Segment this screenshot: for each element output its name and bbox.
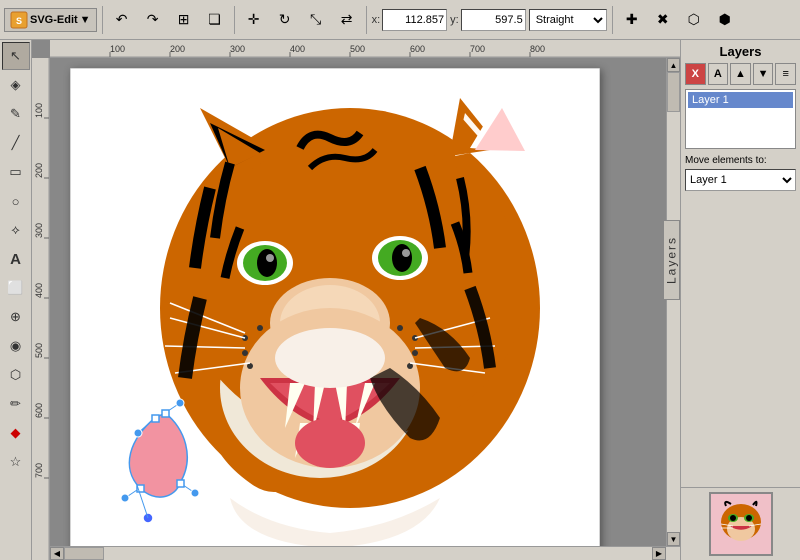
layers-menu-btn[interactable]: ≡ — [775, 63, 796, 85]
layers-menu-icon: ≡ — [782, 68, 788, 80]
toolbar-separator-3 — [366, 6, 367, 34]
ruler-top-svg: 100 200 300 400 500 600 700 800 — [50, 40, 680, 58]
svg-edit-icon: S — [10, 11, 28, 29]
toolbar-rotate-tool[interactable]: ↻ — [271, 6, 299, 34]
layers-tab-label: Layers — [665, 236, 679, 284]
x-input[interactable] — [382, 9, 447, 31]
main-area: ↖ ◈ ✎ ╱ ▭ ○ ⟡ A ⬜ ⊕ ◉ ⬡ ✏ ◆ ☆ 100 200 30… — [0, 40, 800, 560]
tool-path[interactable]: ⟡ — [2, 216, 30, 244]
svg-text:300: 300 — [230, 44, 245, 54]
tool-ellipse[interactable]: ○ — [2, 187, 30, 215]
toolbar-add-node[interactable]: ✚ — [618, 6, 646, 34]
app-title: SVG-Edit — [30, 14, 78, 26]
svg-text:400: 400 — [290, 44, 305, 54]
svg-text:100: 100 — [110, 44, 125, 54]
tool-select[interactable]: ↖ — [2, 42, 30, 70]
toolbar-btn-1[interactable]: ↶ — [108, 6, 136, 34]
toolbar-move-tool[interactable]: ✛ — [240, 6, 268, 34]
svg-text:500: 500 — [34, 343, 44, 358]
x-label: x: — [372, 14, 381, 26]
svg-text:800: 800 — [530, 44, 545, 54]
move-layer-up-btn[interactable]: ▲ — [730, 63, 751, 85]
toolbar-scale-tool[interactable]: ⤡ — [302, 6, 330, 34]
vertical-scrollbar[interactable]: ▲ ▼ — [666, 58, 680, 546]
x-coord-group: x: — [372, 9, 448, 31]
svg-text:S: S — [16, 16, 22, 26]
layer-name: Layer 1 — [692, 94, 729, 106]
y-coord-group: y: — [450, 9, 526, 31]
right-panel: Layers X A ▲ ▼ ≡ L — [680, 40, 800, 560]
svg-text:200: 200 — [170, 44, 185, 54]
toolbar-btn-3[interactable]: ⊞ — [170, 6, 198, 34]
svg-text:600: 600 — [410, 44, 425, 54]
svg-text:500: 500 — [350, 44, 365, 54]
svg-text:400: 400 — [34, 283, 44, 298]
svg-text:700: 700 — [34, 463, 44, 478]
main-toolbar: S SVG-Edit ▼ ↶ ↷ ⊞ ❏ ✛ ↻ ⤡ ⇄ x: y: Strai… — [0, 0, 800, 40]
layers-toolbar: X A ▲ ▼ ≡ — [685, 63, 796, 85]
toolbar-btn-4[interactable]: ❏ — [201, 6, 229, 34]
tool-shape[interactable]: ⬡ — [2, 361, 30, 389]
thumbnail-area — [681, 487, 800, 560]
tiger-illustration — [70, 68, 600, 558]
delete-layer-btn[interactable]: X — [685, 63, 706, 85]
svg-text:100: 100 — [34, 103, 44, 118]
ruler-left-svg: 100 200 300 400 500 600 700 — [32, 58, 50, 560]
toolbar-separator-2 — [234, 6, 235, 34]
toolbar-del-node[interactable]: ✖ — [649, 6, 677, 34]
ruler-left: 100 200 300 400 500 600 700 — [32, 58, 50, 560]
path-type-dropdown[interactable]: Straight Curve Symmetric — [529, 9, 607, 31]
toolbar-btn-2[interactable]: ↷ — [139, 6, 167, 34]
layers-list: Layer 1 — [685, 89, 796, 149]
svg-text:700: 700 — [470, 44, 485, 54]
layer-item[interactable]: Layer 1 — [688, 92, 793, 108]
add-layer-btn[interactable]: A — [708, 63, 729, 85]
app-logo-arrow: ▼ — [80, 14, 91, 26]
move-layer-down-btn[interactable]: ▼ — [753, 63, 774, 85]
tool-pencil2[interactable]: ✏ — [2, 390, 30, 418]
app-logo[interactable]: S SVG-Edit ▼ — [4, 8, 97, 32]
tool-fill[interactable]: ◆ — [2, 419, 30, 447]
toolbox: ↖ ◈ ✎ ╱ ▭ ○ ⟡ A ⬜ ⊕ ◉ ⬡ ✏ ◆ ☆ — [0, 40, 32, 560]
move-elements-label: Move elements to: — [685, 155, 796, 166]
add-layer-icon: A — [714, 68, 722, 80]
svg-text:300: 300 — [34, 223, 44, 238]
y-input[interactable] — [461, 9, 526, 31]
tool-text[interactable]: A — [2, 245, 30, 273]
toolbar-node-opts2[interactable]: ⬢ — [711, 6, 739, 34]
layer-thumbnail — [709, 492, 773, 556]
tool-star[interactable]: ☆ — [2, 448, 30, 476]
horizontal-scrollbar[interactable]: ◀ ▶ — [50, 546, 680, 560]
svg-text:600: 600 — [34, 403, 44, 418]
toolbar-node-opts1[interactable]: ⬡ — [680, 6, 708, 34]
toolbar-separator-4 — [612, 6, 613, 34]
tool-rect[interactable]: ▭ — [2, 158, 30, 186]
tool-zoom[interactable]: ⊕ — [2, 303, 30, 331]
y-label: y: — [450, 14, 459, 26]
tool-line[interactable]: ╱ — [2, 129, 30, 157]
layers-side-tab[interactable]: Layers — [664, 220, 680, 300]
layers-panel-title: Layers — [685, 44, 796, 59]
tool-image[interactable]: ⬜ — [2, 274, 30, 302]
tool-pencil[interactable]: ✎ — [2, 100, 30, 128]
move-up-icon: ▲ — [735, 68, 746, 80]
ruler-top: 100 200 300 400 500 600 700 800 — [50, 40, 680, 58]
canvas-viewport[interactable] — [50, 58, 680, 560]
move-elements-select[interactable]: Layer 1 — [685, 169, 796, 191]
thumbnail-svg — [711, 494, 771, 554]
toolbar-flip-tool[interactable]: ⇄ — [333, 6, 361, 34]
tool-eyedropper[interactable]: ◉ — [2, 332, 30, 360]
tool-node-edit[interactable]: ◈ — [2, 71, 30, 99]
svg-text:200: 200 — [34, 163, 44, 178]
layers-panel: Layers X A ▲ ▼ ≡ L — [681, 40, 800, 487]
delete-layer-icon: X — [692, 68, 699, 80]
move-down-icon: ▼ — [758, 68, 769, 80]
toolbar-separator-1 — [102, 6, 103, 34]
canvas-area[interactable]: 100 200 300 400 500 600 700 800 — [32, 40, 680, 560]
